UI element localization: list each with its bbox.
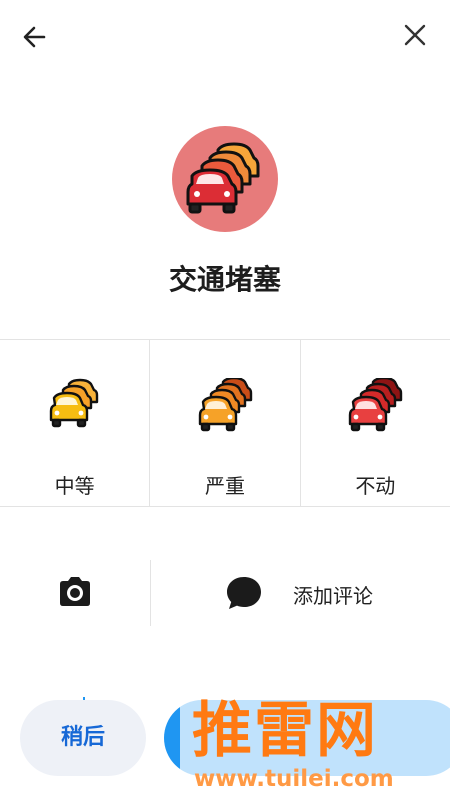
severity-option-moderate[interactable]: 中等: [0, 340, 149, 506]
traffic-jam-icon: [186, 142, 260, 214]
traffic-standstill-icon: [349, 378, 403, 432]
top-bar: [0, 0, 450, 72]
camera-icon: [60, 577, 90, 606]
close-icon: [404, 24, 426, 46]
later-button[interactable]: 稍后: [20, 700, 146, 776]
traffic-jam-icon-circle: [172, 126, 278, 232]
add-comment-button[interactable]: 添加评论: [151, 560, 450, 626]
close-button[interactable]: [400, 20, 430, 50]
severity-option-standstill[interactable]: 不动: [299, 340, 450, 506]
severity-label: 不动: [355, 474, 396, 498]
severity-label: 严重: [204, 474, 245, 498]
action-row: 添加评论: [0, 560, 450, 626]
back-button[interactable]: [18, 20, 52, 54]
comment-bubble-icon: [227, 577, 261, 609]
severity-options: 中等 严重 不动: [0, 340, 450, 506]
severity-label: 中等: [54, 474, 95, 498]
severity-option-heavy[interactable]: 严重: [149, 340, 299, 506]
divider: [0, 506, 450, 507]
add-photo-button[interactable]: [0, 560, 150, 626]
traffic-heavy-icon: [198, 378, 253, 432]
page-title: 交通堵塞: [168, 263, 281, 296]
traffic-moderate-icon: [49, 378, 98, 428]
arrow-left-icon: [23, 26, 46, 48]
add-comment-label: 添加评论: [293, 584, 373, 608]
watermark-logo-text: 推雷网: [192, 696, 378, 766]
watermark-url: www.tuilei.com: [194, 766, 394, 792]
